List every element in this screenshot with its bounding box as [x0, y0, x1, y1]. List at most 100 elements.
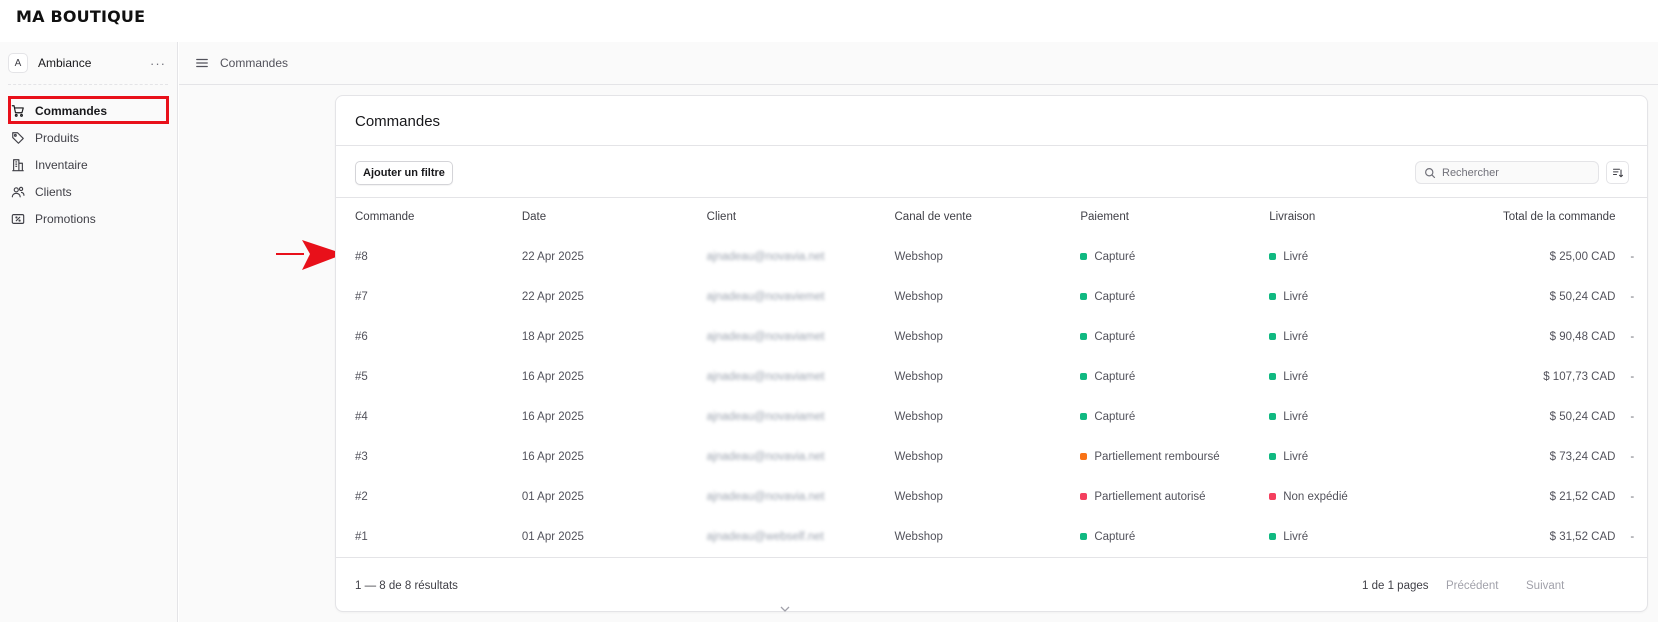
order-id[interactable]: #3	[336, 437, 522, 477]
order-id[interactable]: #1	[336, 517, 522, 557]
red-arrow-annotation	[276, 240, 344, 270]
column-header-livraison[interactable]: Livraison	[1269, 197, 1424, 237]
row-actions[interactable]: -	[1615, 237, 1647, 277]
order-date: 01 Apr 2025	[521, 491, 584, 503]
table-row[interactable]: #3 16 Apr 2025 ajnadeau@novavia.net Webshop…	[336, 437, 1647, 477]
delivery-status: Livré	[1269, 331, 1308, 343]
status-dot-icon	[1269, 253, 1277, 261]
row-actions[interactable]: -	[1615, 437, 1647, 477]
next-page-button[interactable]: Suivant	[1526, 580, 1564, 592]
table-row[interactable]: #2 01 Apr 2025 ajnadeau@novavia.net Webshop…	[336, 477, 1647, 517]
breadcrumb: Commandes	[179, 42, 1658, 85]
sales-channel: Webshop	[894, 371, 943, 383]
delivery-status-label: Livré	[1283, 410, 1309, 423]
resize-grip-icon[interactable]	[780, 605, 790, 613]
sidebar-item-label: Produits	[35, 130, 80, 145]
sales-channel: Webshop	[894, 331, 943, 343]
menu-icon[interactable]	[195, 56, 209, 70]
delivery-status-label: Livré	[1283, 250, 1309, 263]
order-id[interactable]: #5	[336, 357, 522, 397]
store-avatar: A	[8, 53, 28, 73]
column-header-total[interactable]: Total de la commande	[1425, 197, 1616, 237]
row-actions[interactable]: -	[1615, 357, 1647, 397]
status-dot-icon	[1080, 533, 1088, 541]
order-total: $ 50,24 CAD	[1549, 411, 1616, 423]
order-id[interactable]: #7	[336, 277, 522, 317]
delivery-status: Livré	[1269, 451, 1308, 463]
table-row[interactable]: #7 22 Apr 2025 ajnadeau@novaviemet Webshop C…	[336, 277, 1647, 317]
search-input[interactable]	[1442, 166, 1592, 179]
payment-status-label: Capturé	[1094, 250, 1136, 263]
sort-icon	[1612, 168, 1623, 177]
order-total: $ 73,24 CAD	[1549, 451, 1616, 463]
search-box	[1415, 161, 1599, 184]
payment-status-label: Capturé	[1094, 530, 1136, 543]
payment-status: Capturé	[1080, 291, 1135, 303]
status-dot-icon	[1269, 293, 1277, 301]
order-id[interactable]: #8	[336, 237, 522, 277]
orders-table: Commande Date Client Canal de vente Paie…	[336, 197, 1647, 557]
sales-channel: Webshop	[894, 291, 943, 303]
row-actions[interactable]: -	[1615, 397, 1647, 437]
order-total: $ 50,24 CAD	[1549, 291, 1616, 303]
order-id[interactable]: #6	[336, 317, 522, 357]
table-row[interactable]: #8 22 Apr 2025 ajnadeau@novavia.net Webshop…	[336, 237, 1647, 277]
sort-button[interactable]	[1606, 161, 1629, 184]
add-filter-button[interactable]: Ajouter un filtre	[355, 161, 453, 185]
sidebar-item-clients[interactable]: Clients	[8, 178, 170, 205]
order-id[interactable]: #2	[336, 477, 522, 517]
order-date: 01 Apr 2025	[521, 531, 584, 543]
sidebar: A Ambiance ··· Commandes Produits Invent…	[0, 42, 178, 622]
payment-status-label: Partiellement autorisé	[1094, 490, 1206, 503]
column-header-date[interactable]: Date	[522, 197, 707, 237]
store-name: Ambiance	[38, 56, 92, 70]
users-icon	[11, 186, 25, 197]
order-date: 18 Apr 2025	[521, 331, 584, 343]
breadcrumb-item[interactable]: Commandes	[220, 56, 288, 70]
sidebar-item-label: Inventaire	[35, 157, 88, 172]
column-header-client[interactable]: Client	[707, 197, 895, 237]
client-email: ajnadeau@novavia.net	[706, 251, 825, 263]
client-email: ajnadeau@novavia.net	[706, 491, 825, 503]
delivery-status-label: Livré	[1283, 330, 1309, 343]
top-bar: MA BOUTIQUE	[0, 0, 1658, 42]
column-header-canal[interactable]: Canal de vente	[895, 197, 1081, 237]
table-row[interactable]: #6 18 Apr 2025 ajnadeau@novaviamet Webshop C…	[336, 317, 1647, 357]
row-actions[interactable]: -	[1615, 477, 1647, 517]
previous-page-button[interactable]: Précédent	[1446, 580, 1498, 592]
sidebar-item-promotions[interactable]: Promotions	[8, 205, 170, 232]
search-icon	[1425, 167, 1436, 178]
status-dot-icon	[1269, 453, 1277, 461]
status-dot-icon	[1080, 293, 1088, 301]
status-dot-icon	[1080, 453, 1088, 461]
table-row[interactable]: #1 01 Apr 2025 ajnadeau@webself.net Webshop…	[336, 517, 1647, 557]
sales-channel: Webshop	[894, 491, 943, 503]
order-date: 22 Apr 2025	[521, 291, 584, 303]
order-total: $ 107,73 CAD	[1543, 371, 1616, 383]
order-id[interactable]: #4	[336, 397, 522, 437]
divider	[336, 145, 1647, 146]
column-header-commande[interactable]: Commande	[336, 197, 522, 237]
order-date: 22 Apr 2025	[521, 251, 584, 263]
client-email: ajnadeau@novaviemet	[706, 291, 825, 303]
more-options-icon[interactable]: ···	[150, 56, 168, 71]
order-date: 16 Apr 2025	[521, 411, 584, 423]
column-header-paiement[interactable]: Paiement	[1080, 197, 1269, 237]
row-actions[interactable]: -	[1615, 517, 1647, 557]
delivery-status-label: Livré	[1283, 450, 1309, 463]
sidebar-divider	[8, 84, 168, 85]
sidebar-item-produits[interactable]: Produits	[8, 124, 170, 151]
payment-status: Capturé	[1080, 531, 1135, 543]
table-row[interactable]: #4 16 Apr 2025 ajnadeau@novaviamet Webshop C…	[336, 397, 1647, 437]
payment-status: Capturé	[1080, 371, 1135, 383]
receipt-percent-icon	[11, 213, 25, 224]
payment-status-label: Capturé	[1094, 370, 1136, 383]
store-switcher[interactable]: A Ambiance ···	[8, 52, 168, 74]
status-dot-icon	[1269, 333, 1277, 341]
status-dot-icon	[1080, 413, 1088, 421]
client-email: ajnadeau@novaviamet	[706, 411, 825, 423]
sidebar-item-inventaire[interactable]: Inventaire	[8, 151, 170, 178]
row-actions[interactable]: -	[1615, 317, 1647, 357]
table-row[interactable]: #5 16 Apr 2025 ajnadeau@novaviamet Webshop C…	[336, 357, 1647, 397]
row-actions[interactable]: -	[1615, 277, 1647, 317]
